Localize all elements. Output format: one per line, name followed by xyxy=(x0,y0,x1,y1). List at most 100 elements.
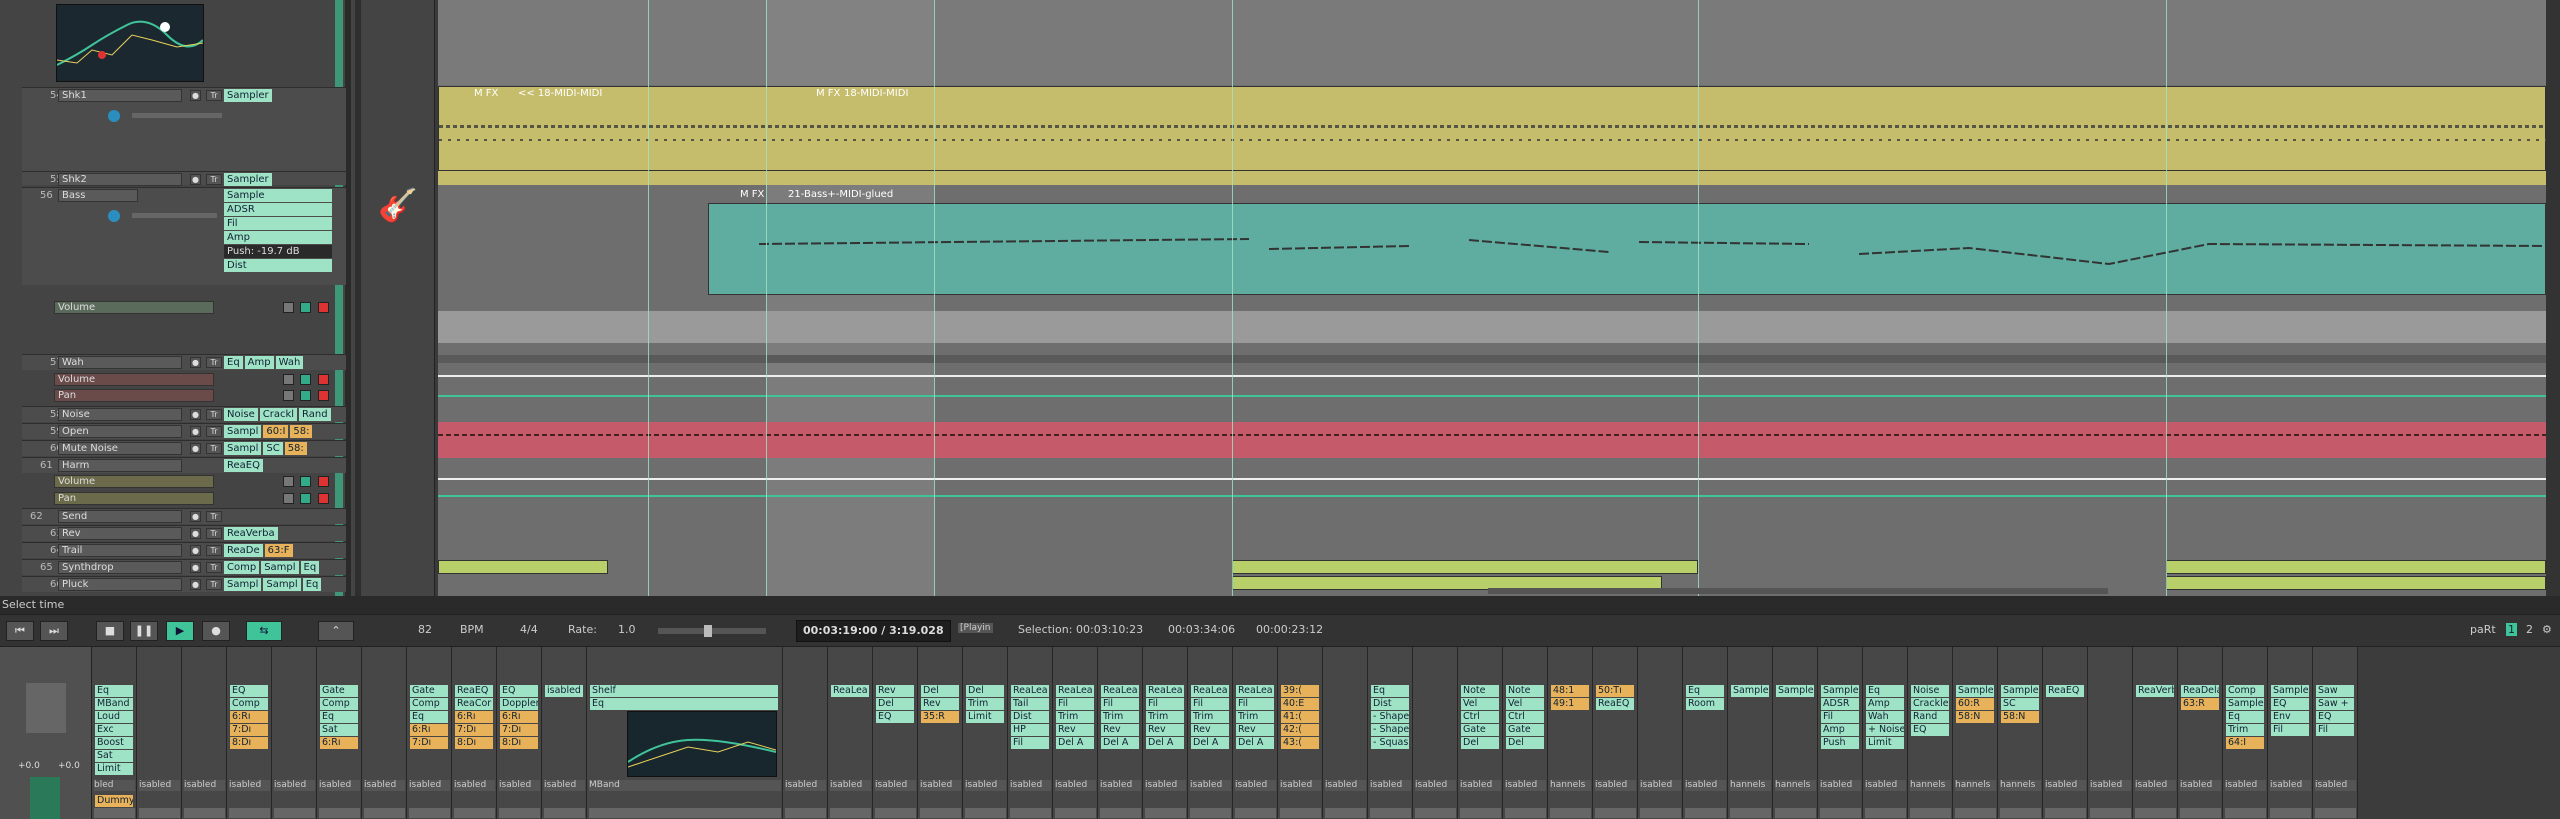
track-name[interactable]: Open xyxy=(58,425,182,438)
track-name[interactable]: Noise xyxy=(58,408,182,421)
mixer-strip[interactable]: Shelf Eq MBand xyxy=(587,647,783,819)
track-name[interactable]: Harm xyxy=(58,459,182,472)
mixer-fx-item[interactable]: Eq xyxy=(95,685,133,697)
mixer-fx-item[interactable]: ReaLea xyxy=(1146,685,1184,697)
fx-item[interactable]: SC xyxy=(263,442,283,455)
mixer-fx-item[interactable]: Comp xyxy=(2226,685,2264,697)
mixer-strip[interactable]: isabled xyxy=(272,647,317,819)
mixer-fx-item[interactable]: ReaLea xyxy=(1056,685,1094,697)
mixer-fx-item[interactable]: Note xyxy=(1461,685,1499,697)
mixer-strip[interactable]: ReaLea Fil Trim Rev Del A isabled xyxy=(1053,647,1098,819)
mixer-strip[interactable]: ReaEQ ReaCor 6:Rı 7:Dı 8:Dı isabled xyxy=(452,647,497,819)
fx-item[interactable]: 63:F xyxy=(264,544,293,557)
mixer-fx-item[interactable]: Del A xyxy=(1056,737,1094,749)
position-display[interactable]: 00:03:19:00 / 3:19.028 xyxy=(796,620,951,642)
item-fx-badge[interactable]: M FX xyxy=(474,88,498,99)
mixer-fx-item[interactable]: 6:Rı xyxy=(455,711,493,723)
mixer-fx-item[interactable]: Amp xyxy=(1866,698,1904,710)
mixer-fx-item[interactable]: ReaLea xyxy=(1236,685,1274,697)
mixer-fx-item[interactable]: Fil xyxy=(1101,698,1139,710)
mixer-fx-item[interactable]: ReaVerb xyxy=(2136,685,2174,697)
fx-item[interactable]: 58: xyxy=(284,442,307,455)
mixer-strip[interactable]: Del Rev 35:R isabled xyxy=(918,647,963,819)
dummy-plugin[interactable]: Dummy xyxy=(95,795,133,807)
fx-item[interactable]: Comp xyxy=(224,561,260,574)
strip-routing-buttons[interactable] xyxy=(589,808,781,818)
mixer-fx-item[interactable]: Crackle xyxy=(1911,698,1949,710)
strip-routing-buttons[interactable] xyxy=(1865,808,1906,818)
track-name[interactable]: Shk2 xyxy=(58,173,182,186)
mixer-fx-item[interactable]: 6:Rı xyxy=(320,737,358,749)
mixer-fx-item[interactable]: Sampler xyxy=(2001,685,2039,697)
track-name[interactable]: Wah xyxy=(58,356,182,369)
record-arm-button[interactable]: ● xyxy=(190,545,201,556)
strip-routing-buttons[interactable] xyxy=(94,808,135,818)
vertical-scrollbar[interactable] xyxy=(2546,0,2560,596)
mixer-fx-item[interactable]: EQ xyxy=(2271,698,2309,710)
tcp-scrollbar[interactable] xyxy=(355,0,361,596)
strip-routing-buttons[interactable] xyxy=(1820,808,1861,818)
fx-item[interactable]: ReaEQ xyxy=(224,459,263,472)
master-eq-thumbnail[interactable] xyxy=(56,4,204,82)
envelope-pan[interactable]: Pan xyxy=(38,389,338,402)
envelope-mode-button[interactable] xyxy=(300,302,311,313)
mixer-fx-item[interactable]: 48:1 xyxy=(1551,685,1589,697)
mixer-strip[interactable]: 39:(40:E 41:(42:(43:(isabled xyxy=(1278,647,1323,819)
mixer-fx-item[interactable]: Vel xyxy=(1506,698,1544,710)
fx-item[interactable]: Sampl xyxy=(261,561,299,574)
mixer-strip[interactable]: ReaLea Fil Trim Rev Del A isabled xyxy=(1233,647,1278,819)
envelope-bypass-button[interactable] xyxy=(318,302,329,313)
mixer-fx-item[interactable]: Eq xyxy=(410,711,448,723)
mixer-strip[interactable]: Gate Comp Eq Sat 6:Rı isabled xyxy=(317,647,362,819)
pan-slider[interactable] xyxy=(132,213,217,218)
mixer-fx-item[interactable]: 8:Dı xyxy=(455,737,493,749)
fx-item[interactable]: Crackl xyxy=(259,408,298,421)
mixer-strip[interactable]: EQ Doppler 6:Rı 7:Dı 8:Dı isabled xyxy=(497,647,542,819)
record-button[interactable]: ● xyxy=(202,621,230,641)
mixer-fx-item[interactable]: ReaLea xyxy=(1101,685,1139,697)
mixer-fx-item[interactable]: Rev xyxy=(1236,724,1274,736)
mixer-fx-item[interactable]: Del xyxy=(1506,737,1544,749)
mixer-fx-item[interactable]: 64:I xyxy=(2226,737,2264,749)
mixer-strip[interactable]: isabled xyxy=(1638,647,1683,819)
horizontal-scrollbar[interactable] xyxy=(1488,588,2108,594)
fx-item[interactable]: Eq xyxy=(300,561,320,574)
fx-item[interactable]: Dist xyxy=(224,259,332,272)
mixer-fx-item[interactable]: Loud xyxy=(95,711,133,723)
audio-item-pluck[interactable] xyxy=(2166,576,2546,590)
arrange-view[interactable]: M FX << 18-MIDI-MIDI M FX 18-MIDI-MIDI M… xyxy=(438,0,2546,596)
record-arm-button[interactable]: ● xyxy=(190,511,201,522)
track-routing-button[interactable]: Tr xyxy=(206,545,222,556)
fx-item[interactable]: 60:Ⅰ xyxy=(263,425,289,438)
track-name[interactable]: Bass xyxy=(58,189,138,202)
mixer-fx-item[interactable]: Rev xyxy=(1146,724,1184,736)
volume-knob-icon[interactable] xyxy=(108,210,120,222)
track-66[interactable]: 66 Pluck ● Tr Sampl Sampl Eq xyxy=(22,576,346,592)
track-name[interactable]: Synthdrop xyxy=(58,561,182,574)
strip-routing-buttons[interactable] xyxy=(2270,808,2311,818)
strip-routing-buttons[interactable] xyxy=(2315,808,2356,818)
mixer-fx-item[interactable]: Trim xyxy=(1101,711,1139,723)
mixer-strip[interactable]: Comp Sampler Eq Trim 64:I isabled xyxy=(2223,647,2268,819)
go-to-start-button[interactable]: ⏮ xyxy=(6,621,34,641)
mixer-strip[interactable]: isabled xyxy=(2088,647,2133,819)
mixer-fx-item[interactable]: Eq xyxy=(1371,685,1409,697)
mixer-fx-item[interactable]: 41:( xyxy=(1281,711,1319,723)
mixer-fx-item[interactable]: isabled xyxy=(545,685,583,697)
track-name[interactable]: Send xyxy=(58,510,182,523)
strip-routing-buttons[interactable] xyxy=(1595,808,1636,818)
mixer-fx-item[interactable]: Gate xyxy=(410,685,448,697)
strip-routing-buttons[interactable] xyxy=(1775,808,1816,818)
strip-routing-buttons[interactable] xyxy=(2000,808,2041,818)
mixer-strip[interactable]: ReaLea Tail Dist HP Fil isabled xyxy=(1008,647,1053,819)
mixer-fx-item[interactable]: Saw + xyxy=(2316,698,2354,710)
strip-routing-buttons[interactable] xyxy=(1325,808,1366,818)
mixer-strip[interactable]: isabled xyxy=(783,647,828,819)
mixer-fx-item[interactable]: Rev xyxy=(1056,724,1094,736)
mixer-fx-item[interactable]: Trim xyxy=(1056,711,1094,723)
track-61[interactable]: 61 Harm ReaEQ xyxy=(22,457,346,473)
strip-routing-buttons[interactable] xyxy=(1730,808,1771,818)
track-routing-button[interactable]: Tr xyxy=(206,426,222,437)
mixer-fx-item[interactable]: Dist xyxy=(1011,711,1049,723)
mixer-fx-item[interactable]: Fil xyxy=(1821,711,1859,723)
